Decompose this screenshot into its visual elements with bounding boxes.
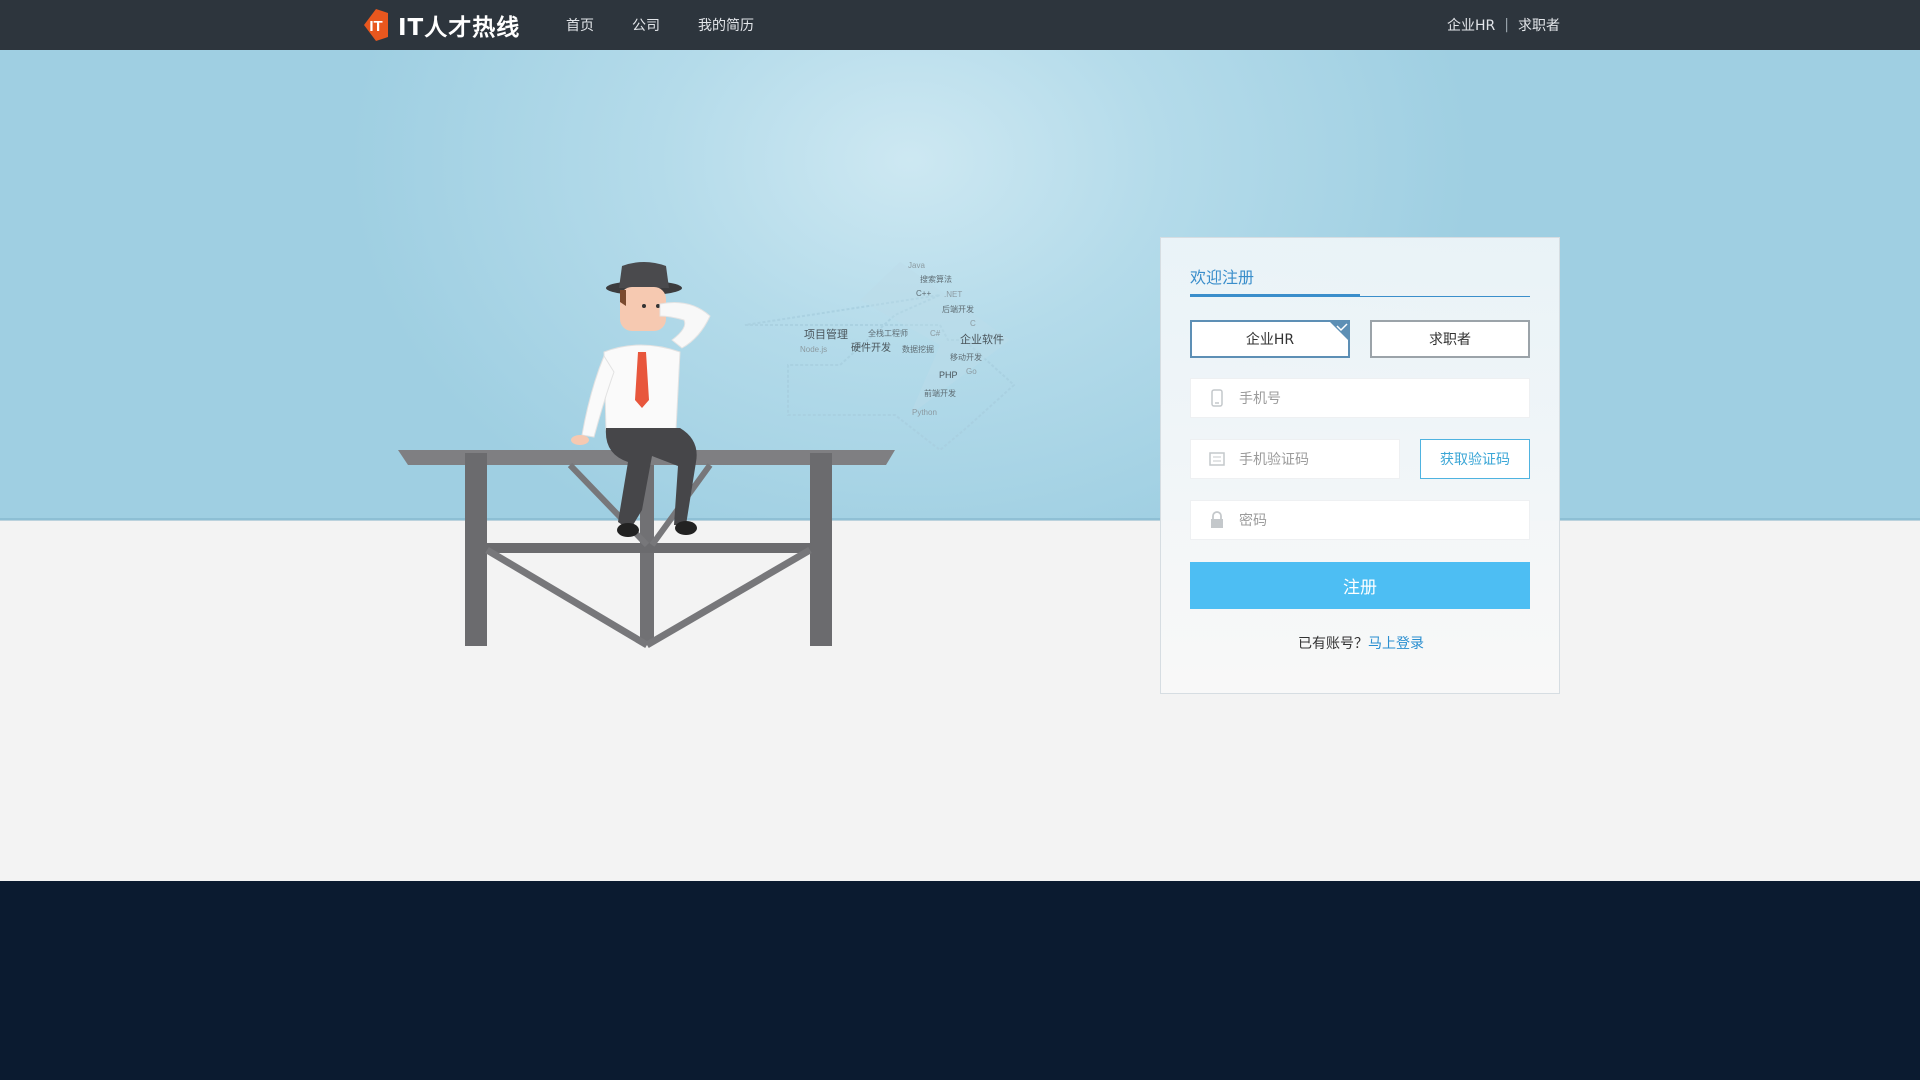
password-placeholder: 密码: [1239, 513, 1267, 529]
tag-hardware: 硬件开发: [851, 341, 891, 354]
tag-go: Go: [966, 367, 977, 376]
phone-placeholder: 手机号: [1239, 391, 1281, 407]
code-placeholder: 手机验证码: [1239, 452, 1309, 468]
register-button[interactable]: 注册: [1190, 562, 1530, 609]
sms-code-input[interactable]: 手机验证码: [1190, 439, 1400, 479]
role-tab-enterprise-hr[interactable]: 企业HR: [1190, 320, 1350, 358]
man-illustration: [571, 262, 711, 537]
link-separator: |: [1504, 17, 1509, 33]
tag-c: C: [970, 319, 976, 328]
tag-python: Python: [912, 408, 937, 417]
has-account-text: 已有账号？: [1298, 636, 1368, 652]
svg-text:IT: IT: [369, 18, 382, 35]
hero-illustration: Java 搜索算法 C++ .NET 后端开发 C 项目管理 全栈工程师 C# …: [390, 240, 1030, 660]
role-seeker-label: 求职者: [1429, 332, 1471, 348]
role-tab-job-seeker[interactable]: 求职者: [1370, 320, 1530, 358]
phone-icon: [1207, 388, 1227, 408]
tag-java: Java: [908, 261, 925, 270]
tag-enterprise-software: 企业软件: [960, 332, 1004, 346]
main-nav: 首页 公司 我的简历: [566, 0, 792, 50]
site-logo[interactable]: IT IT人才热线: [358, 6, 520, 44]
register-card: 欢迎注册 企业HR 求职者 手机号 手机验证码 获取验证码 密码 注册 已有账号…: [1160, 237, 1560, 694]
tag-mobile: 移动开发: [950, 352, 982, 362]
tag-csharp: C#: [930, 329, 941, 338]
login-prompt: 已有账号？马上登录: [1161, 633, 1561, 653]
tag-frontend: 前端开发: [924, 388, 956, 398]
nav-company[interactable]: 公司: [632, 15, 660, 35]
phone-input[interactable]: 手机号: [1190, 378, 1530, 418]
tag-data-mining: 数据挖掘: [902, 344, 934, 354]
tag-backend: 后端开发: [942, 304, 974, 314]
tag-dotnet: .NET: [944, 290, 962, 299]
nav-home[interactable]: 首页: [566, 15, 594, 35]
tag-php: PHP: [939, 370, 958, 380]
logo-badge-icon: IT: [358, 7, 394, 43]
selected-check-icon: [1328, 320, 1350, 342]
title-underline: [1190, 294, 1360, 297]
login-link[interactable]: 马上登录: [1368, 636, 1424, 652]
role-hr-label: 企业HR: [1245, 332, 1295, 348]
get-code-button[interactable]: 获取验证码: [1420, 439, 1530, 479]
tag-fullstack: 全栈工程师: [868, 328, 908, 338]
user-type-links: 企业HR | 求职者: [1447, 0, 1560, 50]
top-navbar: IT IT人才热线 首页 公司 我的简历 企业HR | 求职者: [0, 0, 1920, 50]
link-job-seeker[interactable]: 求职者: [1518, 15, 1560, 35]
password-input[interactable]: 密码: [1190, 500, 1530, 540]
tag-cpp: C++: [916, 289, 931, 298]
register-title: 欢迎注册: [1190, 268, 1255, 287]
tag-search-algorithm: 搜索算法: [920, 274, 952, 284]
tag-nodejs: Node.js: [800, 345, 827, 354]
logo-text: IT人才热线: [398, 15, 521, 41]
tag-project-management: 项目管理: [804, 327, 848, 341]
link-enterprise-hr[interactable]: 企业HR: [1447, 15, 1495, 35]
lock-icon: [1207, 510, 1227, 530]
code-icon: [1207, 449, 1227, 469]
page-footer: [0, 881, 1920, 1080]
nav-my-resume[interactable]: 我的简历: [698, 15, 754, 35]
